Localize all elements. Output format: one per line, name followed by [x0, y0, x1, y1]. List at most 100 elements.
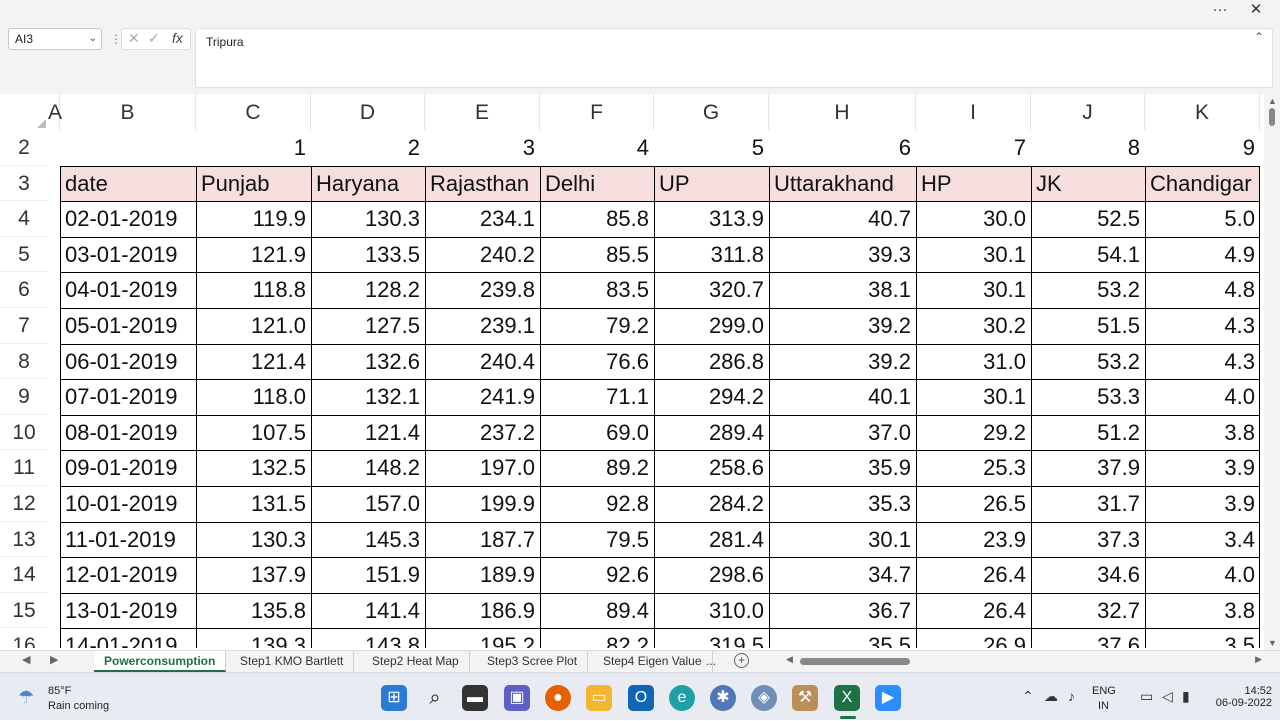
data-cell[interactable]: 26.4 — [916, 593, 1031, 629]
data-cell[interactable]: 258.6 — [654, 450, 769, 486]
data-cell[interactable]: 38.1 — [769, 272, 916, 308]
next-sheet-icon[interactable]: ▶ — [50, 653, 58, 666]
data-cell[interactable]: 53.2 — [1031, 344, 1145, 380]
enter-icon[interactable]: ✓ — [148, 30, 160, 47]
column-header-a[interactable]: A — [48, 94, 62, 130]
row-header-7[interactable]: 7 — [0, 308, 48, 344]
data-cell[interactable]: 04-01-2019 — [60, 272, 196, 308]
sheet-tab[interactable]: Step3 Scree Plot — [477, 651, 589, 672]
column-header-h[interactable]: H — [769, 94, 916, 130]
data-cell[interactable]: 157.0 — [311, 486, 425, 522]
data-cell[interactable]: 06-01-2019 — [60, 344, 196, 380]
data-cell[interactable]: 3.9 — [1145, 486, 1260, 522]
row-header-12[interactable]: 12 — [0, 486, 48, 522]
vpn-icon[interactable]: ◈ — [751, 685, 777, 711]
data-cell[interactable]: 85.8 — [540, 201, 654, 237]
firefox-icon[interactable]: ● — [545, 685, 571, 711]
row-header-3[interactable]: 3 — [0, 166, 48, 202]
header-cell[interactable]: Uttarakhand — [769, 165, 916, 202]
weather-widget[interactable]: ☂ 85°F Rain coming — [14, 685, 154, 715]
data-cell[interactable]: 30.0 — [916, 201, 1031, 237]
index-cell[interactable]: 9 — [1145, 130, 1260, 166]
data-cell[interactable]: 289.4 — [654, 415, 769, 451]
close-window-button[interactable]: ✕ — [1242, 0, 1270, 22]
row-header-5[interactable]: 5 — [0, 237, 48, 273]
header-cell[interactable]: HP — [916, 165, 1031, 202]
data-cell[interactable]: 26.5 — [916, 486, 1031, 522]
index-cell[interactable]: 8 — [1031, 130, 1145, 166]
data-cell[interactable]: 32.7 — [1031, 593, 1145, 629]
chevron-down-icon[interactable]: ⌄ — [89, 29, 97, 49]
data-cell[interactable]: 137.9 — [196, 557, 311, 593]
data-cell[interactable]: 119.9 — [196, 201, 311, 237]
data-cell[interactable]: 121.4 — [311, 415, 425, 451]
data-cell[interactable]: 298.6 — [654, 557, 769, 593]
row-header-4[interactable]: 4 — [0, 201, 48, 237]
data-cell[interactable]: 03-01-2019 — [60, 237, 196, 273]
cloud-icon[interactable]: ☁ — [1044, 688, 1058, 705]
speaker-icon[interactable]: ◁ — [1162, 688, 1173, 705]
data-cell[interactable]: 281.4 — [654, 522, 769, 558]
data-cell[interactable]: 37.9 — [1031, 450, 1145, 486]
data-cell[interactable]: 51.2 — [1031, 415, 1145, 451]
insert-function-icon[interactable]: fx — [172, 30, 183, 46]
data-cell[interactable]: 53.2 — [1031, 272, 1145, 308]
row-header-11[interactable]: 11 — [0, 450, 48, 486]
data-cell[interactable]: 35.3 — [769, 486, 916, 522]
cancel-icon[interactable]: ✕ — [128, 30, 140, 47]
index-cell[interactable]: 3 — [425, 130, 540, 166]
clock[interactable]: 14:52 06-09-2022 — [1216, 685, 1272, 709]
scroll-down-icon[interactable]: ▼ — [1268, 638, 1277, 648]
data-cell[interactable]: 130.3 — [196, 522, 311, 558]
outlook-icon[interactable]: O — [628, 685, 654, 711]
data-cell[interactable]: 25.3 — [916, 450, 1031, 486]
display-icon[interactable]: ▭ — [1140, 688, 1153, 705]
data-cell[interactable]: 14-01-2019 — [60, 628, 196, 648]
column-header-d[interactable]: D — [311, 94, 425, 130]
horizontal-scrollbar[interactable]: ◀ ▶ — [786, 654, 1262, 667]
data-cell[interactable]: 3.4 — [1145, 522, 1260, 558]
data-cell[interactable]: 313.9 — [654, 201, 769, 237]
zoom-icon[interactable]: ▶ — [875, 685, 901, 711]
data-cell[interactable]: 310.0 — [654, 593, 769, 629]
data-cell[interactable]: 127.5 — [311, 308, 425, 344]
data-cell[interactable]: 12-01-2019 — [60, 557, 196, 593]
data-cell[interactable]: 37.0 — [769, 415, 916, 451]
language-indicator[interactable]: ENG — [1092, 685, 1116, 697]
row-header-6[interactable]: 6 — [0, 272, 48, 308]
scroll-left-icon[interactable]: ◀ — [786, 654, 793, 665]
data-cell[interactable]: 186.9 — [425, 593, 540, 629]
data-cell[interactable]: 240.4 — [425, 344, 540, 380]
data-cell[interactable]: 39.2 — [769, 344, 916, 380]
data-cell[interactable]: 40.1 — [769, 379, 916, 415]
horizontal-scroll-thumb[interactable] — [800, 658, 910, 665]
data-cell[interactable]: 148.2 — [311, 450, 425, 486]
data-cell[interactable]: 5.0 — [1145, 201, 1260, 237]
data-cell[interactable]: 30.2 — [916, 308, 1031, 344]
data-cell[interactable]: 145.3 — [311, 522, 425, 558]
data-cell[interactable]: 40.7 — [769, 201, 916, 237]
header-cell[interactable]: Delhi — [540, 165, 654, 202]
sheet-tab[interactable]: Step2 Heat Map — [362, 651, 470, 672]
data-cell[interactable]: 07-01-2019 — [60, 379, 196, 415]
data-cell[interactable]: 132.5 — [196, 450, 311, 486]
data-cell[interactable]: 199.9 — [425, 486, 540, 522]
row-header-16[interactable]: 16 — [0, 628, 48, 648]
data-cell[interactable]: 3.8 — [1145, 415, 1260, 451]
folder-icon[interactable]: ▭ — [586, 685, 612, 711]
data-cell[interactable]: 34.7 — [769, 557, 916, 593]
data-cell[interactable]: 189.9 — [425, 557, 540, 593]
battery-icon[interactable]: ▮ — [1182, 688, 1190, 705]
data-cell[interactable]: 132.6 — [311, 344, 425, 380]
data-cell[interactable]: 195.2 — [425, 628, 540, 648]
header-cell[interactable]: Chandigar — [1145, 165, 1260, 202]
settings-icon[interactable]: ✱ — [710, 685, 736, 711]
data-cell[interactable]: 29.2 — [916, 415, 1031, 451]
vertical-scrollbar[interactable]: ▲ ▼ — [1264, 94, 1280, 650]
data-cell[interactable]: 36.7 — [769, 593, 916, 629]
data-cell[interactable]: 08-01-2019 — [60, 415, 196, 451]
data-cell[interactable]: 92.6 — [540, 557, 654, 593]
data-cell[interactable]: 3.5 — [1145, 628, 1260, 648]
data-cell[interactable]: 54.1 — [1031, 237, 1145, 273]
row-header-9[interactable]: 9 — [0, 379, 48, 415]
